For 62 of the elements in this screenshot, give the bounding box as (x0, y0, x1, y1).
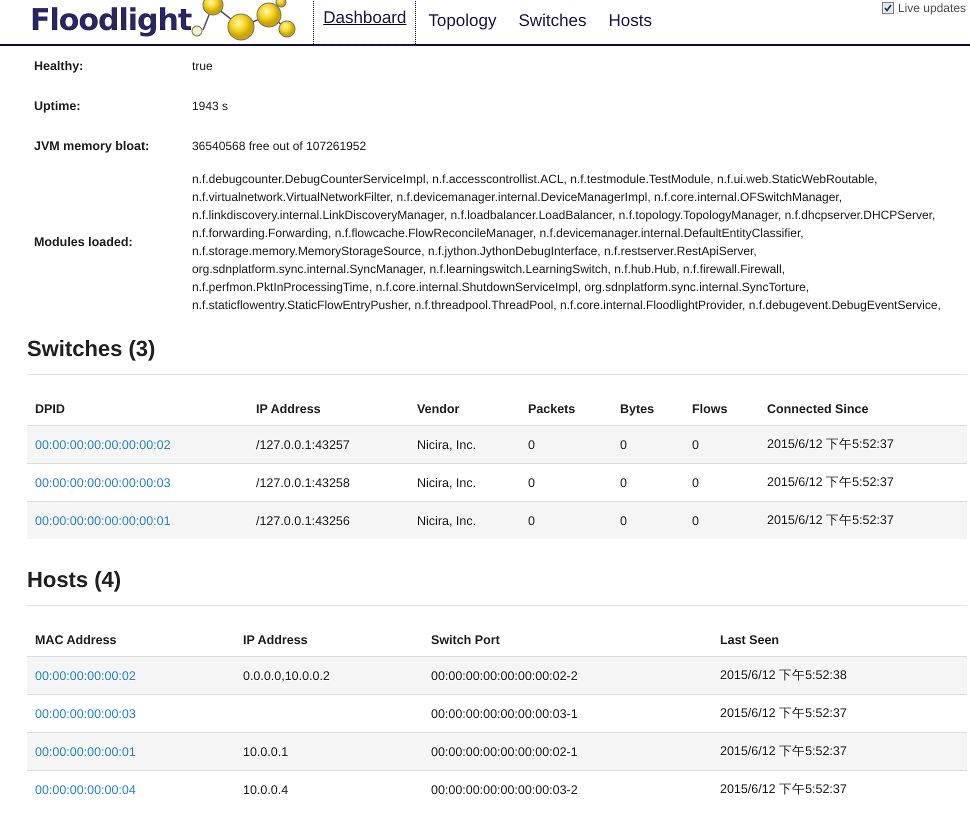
table-cell: /127.0.0.1:43258 (256, 476, 350, 490)
summary-label: Healthy: (34, 59, 84, 73)
column-header: IP Address (243, 633, 308, 647)
id-link[interactable]: 00:00:00:00:00:00:00:03 (35, 476, 171, 490)
table-cell: Nicira, Inc. (417, 476, 476, 490)
table-cell: 0 (692, 476, 699, 490)
summary-value: 36540568 free out of 107261952 (192, 138, 366, 155)
table-cell: 2015/6/12 下午5:52:37 (767, 437, 894, 451)
column-header: Bytes (620, 402, 654, 416)
live-updates-checkbox[interactable] (882, 2, 894, 14)
table-cell: 0 (528, 438, 535, 452)
nav-tab[interactable]: Switches (508, 2, 596, 42)
nav-tab[interactable]: Hosts (598, 2, 662, 42)
table-cell: 0 (620, 514, 627, 528)
column-header: Packets (528, 402, 576, 416)
id-link[interactable]: 00:00:00:00:00:03 (35, 706, 136, 720)
table-cell: 10.0.0.4 (243, 782, 288, 796)
table-cell: 2015/6/12 下午5:52:37 (720, 782, 847, 796)
table-cell: 2015/6/12 下午5:52:37 (720, 744, 847, 758)
section-heading: Switches (3) (27, 336, 156, 362)
column-header: IP Address (256, 402, 321, 416)
table-cell: 2015/6/12 下午5:52:37 (767, 475, 894, 489)
table-cell: /127.0.0.1:43257 (256, 438, 350, 452)
table-cell: 00:00:00:00:00:00:00:03-2 (431, 782, 578, 796)
column-header: DPID (35, 402, 65, 416)
summary-value: n.f.debugcounter.DebugCounterServiceImpl, n.f.accesscontrollist.ACL, n.f.testmodule.TestModule, n.f.ui.web.StaticWebRoutable, n.f.virtualnetwork.VirtualNetworkFilter, n.f.devicemanager.internal.DeviceManagerImpl, n.f.core.internal.OFSwitchManager, n.f.linkdiscovery.internal.LinkDiscoveryManager, n.f.loadbalancer.LoadBalancer, n.f.topology.TopologyManager, n.f.dhcpserver.DHCPServer, n.f.forwarding.Forwarding, n.f.flowcache.FlowReconcileManager, n.f.devicemanager.internal.DefaultEntityClassifier, n.f.storage.memory.MemoryStorageSource, n.f.jython.JythonDebugInterface, n.f.restserver.RestApiServer, org.sdnplatform.sync.internal.SyncManager, n.f.learningswitch.LearningSwitch, n.f.hub.Hub, n.f.firewall.Firewall, n.f.perfmon.PktInProcessingTime, n.f.core.internal.ShutdownServiceImpl, org.sdnplatform.sync.internal.SyncTorture, n.f.staticflowentry.StaticFlowEntryPusher, n.f.threadpool.ThreadPool, n.f.core.internal.FloodlightProvider, n.f.debugevent.DebugEventService, (192, 171, 942, 314)
table-cell: 0 (528, 514, 535, 528)
summary-value: 1943 s (192, 98, 228, 115)
nav-tab[interactable]: Topology (418, 2, 506, 42)
section-heading: Hosts (4) (27, 567, 122, 593)
table-cell: Nicira, Inc. (417, 438, 476, 452)
column-header: Last Seen (720, 633, 780, 647)
table-cell: Nicira, Inc. (417, 514, 476, 528)
id-link[interactable]: 00:00:00:00:00:02 (35, 668, 136, 682)
summary-value: true (192, 58, 213, 75)
table-cell: 0.0.0.0,10.0.0.2 (243, 668, 330, 682)
table-cell: 2015/6/12 下午5:52:37 (720, 706, 847, 720)
summary-label: Uptime: (34, 99, 81, 113)
table-cell: 0 (692, 438, 699, 452)
table-cell: 0 (692, 514, 699, 528)
summary-label: JVM memory bloat: (34, 139, 150, 153)
nav-tab[interactable]: Dashboard (313, 0, 416, 46)
table-cell: 00:00:00:00:00:00:00:03-1 (431, 706, 578, 720)
table-cell: /127.0.0.1:43256 (256, 514, 350, 528)
table-cell: 0 (528, 476, 535, 490)
column-header: Vendor (417, 402, 460, 416)
table-cell: 00:00:00:00:00:00:00:02-1 (431, 744, 578, 758)
summary-label: Modules loaded: (34, 235, 133, 249)
column-header: MAC Address (35, 633, 116, 647)
column-header: Flows (692, 402, 728, 416)
column-header: Connected Since (767, 402, 868, 416)
id-link[interactable]: 00:00:00:00:00:01 (35, 744, 136, 758)
column-header: Switch Port (431, 633, 500, 647)
id-link[interactable]: 00:00:00:00:00:04 (35, 782, 136, 796)
table-cell: 2015/6/12 下午5:52:38 (720, 668, 847, 682)
live-updates-label: Live updates (898, 1, 966, 15)
table-cell: 10.0.0.1 (243, 744, 288, 758)
table-cell: 2015/6/12 下午5:52:37 (767, 513, 894, 527)
table-cell: 00:00:00:00:00:00:00:02-2 (431, 668, 578, 682)
logo-text: Floodlight (30, 6, 192, 40)
table-cell: 0 (620, 476, 627, 490)
table-cell: 0 (620, 438, 627, 452)
